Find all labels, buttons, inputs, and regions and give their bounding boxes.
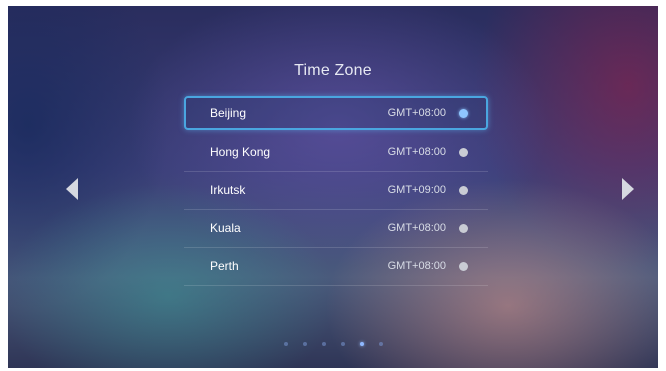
caret-left-icon[interactable] xyxy=(66,178,78,200)
timezone-offset: GMT+08:00 xyxy=(387,146,446,158)
radio-unselected-icon[interactable] xyxy=(459,186,468,195)
timezone-city: Perth xyxy=(210,259,239,273)
timezone-offset: GMT+08:00 xyxy=(387,107,446,119)
page-dot[interactable] xyxy=(284,342,288,346)
timezone-list: Beijing GMT+08:00 Hong Kong GMT+08:00 Ir… xyxy=(184,96,488,286)
timezone-city: Kuala xyxy=(210,221,241,235)
caret-right-icon[interactable] xyxy=(622,178,634,200)
page-dot[interactable] xyxy=(341,342,345,346)
timezone-city: Beijing xyxy=(210,106,247,120)
timezone-row-irkutsk[interactable]: Irkutsk GMT+09:00 xyxy=(184,172,488,210)
page-dot[interactable] xyxy=(303,342,307,346)
page-indicator xyxy=(284,342,383,346)
radio-unselected-icon[interactable] xyxy=(459,224,468,233)
page-dot[interactable] xyxy=(322,342,326,346)
timezone-offset: GMT+08:00 xyxy=(387,222,446,234)
page-dot-active[interactable] xyxy=(360,342,364,346)
timezone-row-kuala[interactable]: Kuala GMT+08:00 xyxy=(184,210,488,248)
timezone-row-hong-kong[interactable]: Hong Kong GMT+08:00 xyxy=(184,134,488,172)
timezone-row-perth[interactable]: Perth GMT+08:00 xyxy=(184,248,488,286)
timezone-city: Hong Kong xyxy=(210,145,271,159)
radio-unselected-icon[interactable] xyxy=(459,148,468,157)
radio-unselected-icon[interactable] xyxy=(459,262,468,271)
page-dot[interactable] xyxy=(379,342,383,346)
timezone-screen: Time Zone Beijing GMT+08:00 Hong Kong GM… xyxy=(8,6,658,368)
radio-selected-icon[interactable] xyxy=(459,109,468,118)
timezone-city: Irkutsk xyxy=(210,183,246,197)
timezone-row-beijing[interactable]: Beijing GMT+08:00 xyxy=(184,96,488,130)
timezone-offset: GMT+09:00 xyxy=(387,184,446,196)
timezone-offset: GMT+08:00 xyxy=(387,260,446,272)
page-title: Time Zone xyxy=(294,62,372,79)
